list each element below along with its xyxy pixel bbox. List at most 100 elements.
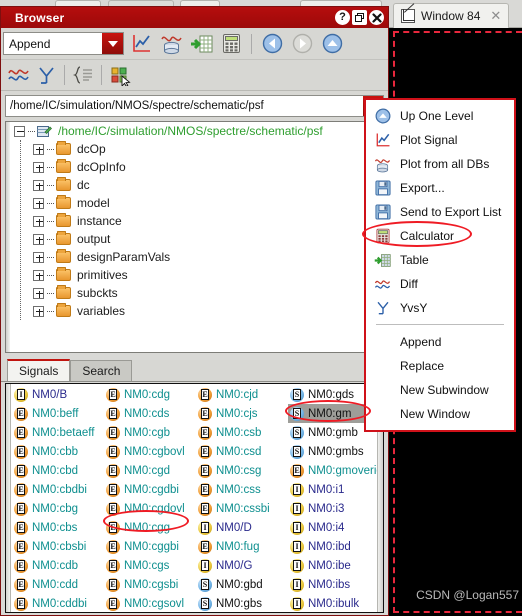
signal-item[interactable]: E NM0:cgsovl: [104, 594, 196, 612]
tree-row-root[interactable]: /home/IC/simulation/NMOS/spectre/schemat…: [6, 122, 383, 140]
select-signals-button[interactable]: [107, 62, 133, 88]
collapse-toggle-icon[interactable]: [14, 125, 25, 137]
back-button[interactable]: [259, 31, 285, 57]
expand-toggle-icon[interactable]: [33, 179, 44, 191]
tree-row-primitives[interactable]: primitives: [6, 266, 383, 284]
chevron-down-icon[interactable]: [102, 33, 123, 54]
signal-item[interactable]: I NM0/D: [196, 518, 288, 537]
signal-item[interactable]: I NM0/B: [12, 385, 104, 404]
expand-toggle-icon[interactable]: [33, 269, 44, 281]
close-icon[interactable]: ✕: [490, 8, 501, 24]
signal-item[interactable]: E NM0:cds: [104, 404, 196, 423]
signal-item[interactable]: S NM0:gmbs: [288, 442, 380, 461]
signal-item[interactable]: E NM0:cgdbi: [104, 480, 196, 499]
browser-titlebar[interactable]: Browser ?: [1, 7, 388, 28]
signal-item[interactable]: I NM0:i4: [288, 518, 380, 537]
signal-item[interactable]: E NM0:cgd: [104, 461, 196, 480]
context-menu[interactable]: Up One Level Plot Signal Plot from all DBs…: [364, 98, 516, 432]
menu-item-new-subwindow[interactable]: New Subwindow: [366, 378, 514, 402]
tree-row-instance[interactable]: instance: [6, 212, 383, 230]
menu-item-plot-signal[interactable]: Plot Signal: [366, 128, 514, 152]
signal-item[interactable]: E NM0:cbb: [12, 442, 104, 461]
signal-item[interactable]: E NM0:cjs: [196, 404, 288, 423]
expand-toggle-icon[interactable]: [33, 215, 44, 227]
tree-row-output[interactable]: output: [6, 230, 383, 248]
menu-item-send-to-export-list[interactable]: Send to Export List: [366, 200, 514, 224]
signal-item[interactable]: E NM0:gmoverid: [288, 461, 383, 480]
signal-item[interactable]: E NM0:css: [196, 480, 288, 499]
signal-item[interactable]: E NM0:cbs: [12, 518, 104, 537]
signal-item[interactable]: E NM0:cjd: [196, 385, 288, 404]
menu-item-replace[interactable]: Replace: [366, 354, 514, 378]
signal-item[interactable]: E NM0:cgdovl: [104, 499, 196, 518]
tab-window-84[interactable]: Window 84 ✕: [393, 3, 510, 28]
plot-mode-combo[interactable]: Append: [3, 32, 124, 55]
menu-item-export[interactable]: Export...: [366, 176, 514, 200]
signal-item[interactable]: E NM0:cbd: [12, 461, 104, 480]
signal-item[interactable]: E NM0:cbg: [12, 499, 104, 518]
plot-signal-button[interactable]: [128, 31, 154, 57]
close-button[interactable]: [369, 10, 384, 25]
signal-item[interactable]: E NM0:cgbovl: [104, 442, 196, 461]
signal-item[interactable]: I NM0:i3: [288, 499, 380, 518]
expand-toggle-icon[interactable]: [33, 233, 44, 245]
signal-item[interactable]: E NM0:csd: [196, 442, 288, 461]
forward-button[interactable]: [289, 31, 315, 57]
signal-item[interactable]: E NM0:cbsbi: [12, 537, 104, 556]
signal-item[interactable]: E NM0:csb: [196, 423, 288, 442]
diff-button[interactable]: [5, 62, 31, 88]
tab-signals[interactable]: Signals: [7, 359, 71, 381]
signal-item[interactable]: E NM0:betaeff: [12, 423, 104, 442]
directory-tree[interactable]: /home/IC/simulation/NMOS/spectre/schemat…: [5, 121, 384, 353]
signals-list[interactable]: I NM0/B E NM0:beff E NM0:betaeff E NM0:cbb E NM0:…: [5, 383, 384, 613]
signal-item[interactable]: E NM0:cgb: [104, 423, 196, 442]
signal-item[interactable]: I NM0:i1: [288, 480, 380, 499]
signal-item[interactable]: E NM0:cdg: [104, 385, 196, 404]
expand-toggle-icon[interactable]: [33, 305, 44, 317]
signal-item[interactable]: E NM0:cdb: [12, 556, 104, 575]
menu-item-new-window[interactable]: New Window: [366, 402, 514, 426]
signal-item[interactable]: E NM0:csg: [196, 461, 288, 480]
tree-row-variables[interactable]: variables: [6, 302, 383, 320]
signal-item[interactable]: I NM0:ibs: [288, 575, 380, 594]
signal-item[interactable]: E NM0:cddbi: [12, 594, 104, 612]
signal-item[interactable]: E NM0:cbdbi: [12, 480, 104, 499]
signal-item[interactable]: S NM0:gbs: [196, 594, 288, 612]
menu-item-plot-from-all-dbs[interactable]: Plot from all DBs: [366, 152, 514, 176]
up-one-level-button[interactable]: [319, 31, 345, 57]
signal-item[interactable]: E NM0:fug: [196, 537, 288, 556]
signal-item[interactable]: I NM0:ibd: [288, 537, 380, 556]
tab-search[interactable]: Search: [70, 360, 133, 381]
expand-toggle-icon[interactable]: [33, 251, 44, 263]
export-list-button[interactable]: [70, 62, 96, 88]
restore-button[interactable]: [352, 10, 367, 25]
signal-item[interactable]: E NM0:cgs: [104, 556, 196, 575]
signal-item[interactable]: I NM0:ibulk: [288, 594, 380, 612]
menu-item-yvsy[interactable]: YvsY: [366, 296, 514, 320]
signal-item[interactable]: E NM0:cssbi: [196, 499, 288, 518]
menu-item-table[interactable]: Table: [366, 248, 514, 272]
expand-toggle-icon[interactable]: [33, 143, 44, 155]
menu-item-up-one-level[interactable]: Up One Level: [366, 104, 514, 128]
signal-item[interactable]: E NM0:cggbi: [104, 537, 196, 556]
signal-item[interactable]: E NM0:cgsbi: [104, 575, 196, 594]
calculator-button[interactable]: [218, 31, 244, 57]
tree-row-dcOp[interactable]: dcOp: [6, 140, 383, 158]
help-button[interactable]: ?: [335, 10, 350, 25]
expand-toggle-icon[interactable]: [33, 197, 44, 209]
signal-item[interactable]: E NM0:beff: [12, 404, 104, 423]
tree-row-dc[interactable]: dc: [6, 176, 383, 194]
signal-item[interactable]: E NM0:cdd: [12, 575, 104, 594]
yvsy-button[interactable]: [33, 62, 59, 88]
signal-item[interactable]: S NM0:gbd: [196, 575, 288, 594]
tree-row-model[interactable]: model: [6, 194, 383, 212]
tree-row-designParamVals[interactable]: designParamVals: [6, 248, 383, 266]
plot-from-all-dbs-button[interactable]: [158, 31, 184, 57]
tree-row-dcOpInfo[interactable]: dcOpInfo: [6, 158, 383, 176]
expand-toggle-icon[interactable]: [33, 287, 44, 299]
table-button[interactable]: [188, 31, 214, 57]
signal-item[interactable]: E NM0:cgg: [104, 518, 196, 537]
menu-item-calculator[interactable]: Calculator: [366, 224, 514, 248]
expand-toggle-icon[interactable]: [33, 161, 44, 173]
signal-item[interactable]: I NM0:ibe: [288, 556, 380, 575]
